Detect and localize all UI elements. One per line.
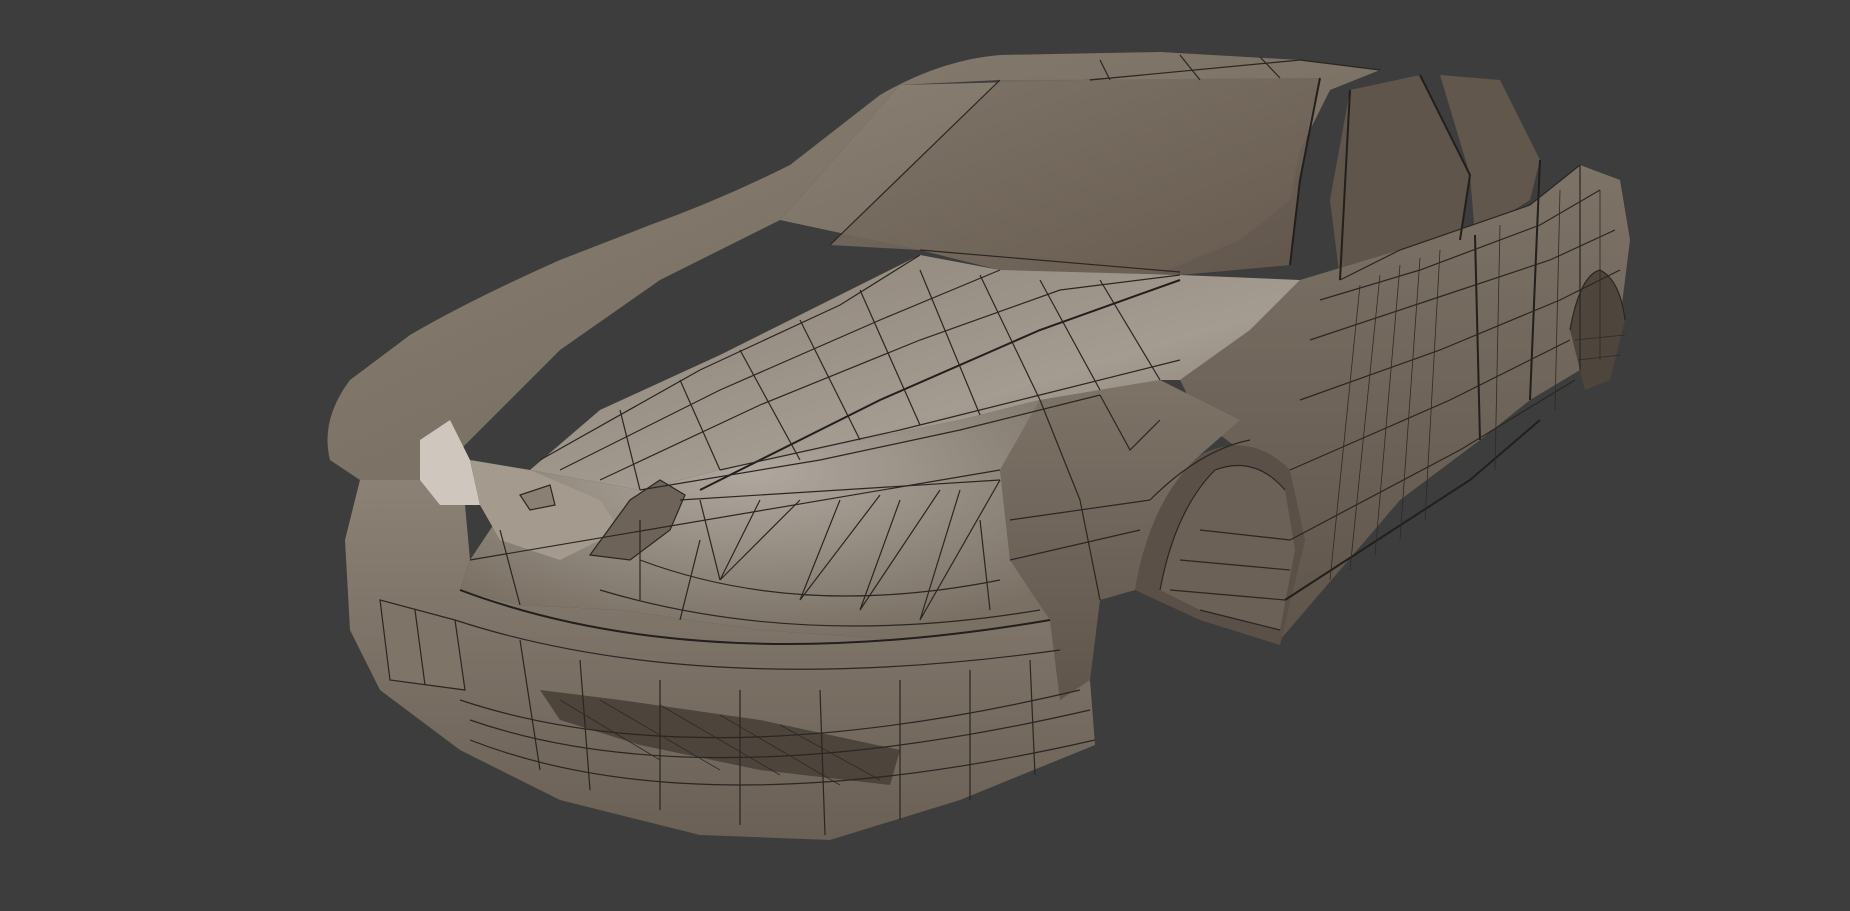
3d-viewport[interactable] — [0, 0, 1850, 911]
car-mesh-render[interactable] — [0, 0, 1850, 911]
